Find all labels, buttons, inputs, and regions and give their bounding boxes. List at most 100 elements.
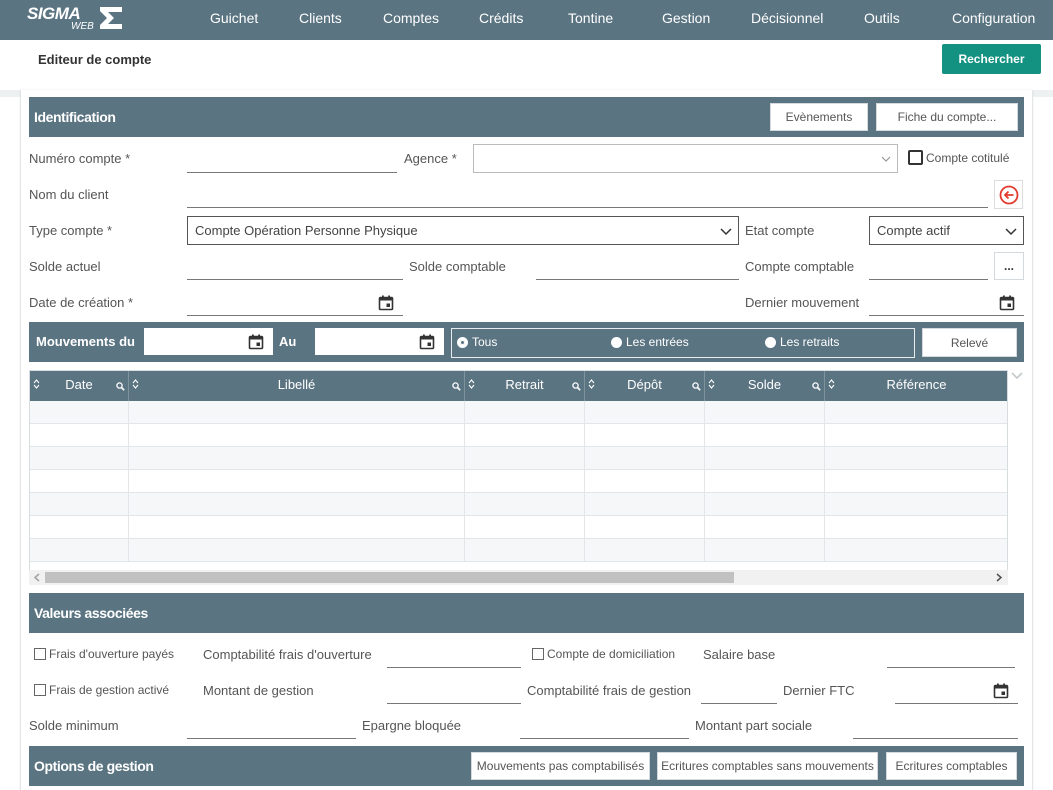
current-balance-label: Solde actuel <box>29 259 101 274</box>
column-header-date[interactable]: Date <box>30 371 129 401</box>
table-cell <box>825 516 1007 539</box>
table-horizontal-scrollbar[interactable] <box>29 570 1008 585</box>
calendar-icon[interactable] <box>378 295 394 311</box>
events-button[interactable]: Evènements <box>770 103 868 131</box>
accounting-balance-input[interactable] <box>536 254 739 280</box>
table-cell <box>129 401 465 424</box>
nav-gestion[interactable]: Gestion <box>662 10 710 26</box>
nav-clients[interactable]: Clients <box>299 10 342 26</box>
column-header-depot[interactable]: Dépôt <box>585 371 705 401</box>
table-cell <box>30 424 129 447</box>
sigma-web-logo[interactable]: SIGMA WEB <box>22 2 128 36</box>
blocked-savings-input[interactable] <box>520 713 689 739</box>
table-cell <box>585 424 705 447</box>
management-amount-input[interactable] <box>387 678 521 704</box>
scrollbar-thumb[interactable] <box>45 572 734 583</box>
base-salary-input[interactable] <box>887 642 1015 668</box>
table-cell <box>705 424 825 447</box>
table-cell <box>825 424 1007 447</box>
accounting-entries-button[interactable]: Ecritures comptables <box>886 752 1017 780</box>
nav-decisionnel[interactable]: Décisionnel <box>751 10 823 26</box>
sort-icon[interactable] <box>33 379 40 389</box>
scroll-right-icon[interactable] <box>995 573 1003 582</box>
domiciliation-account-checkbox[interactable] <box>532 648 544 660</box>
management-fees-accounting-input[interactable] <box>701 678 777 704</box>
accounting-account-more-button[interactable]: ... <box>994 252 1024 280</box>
search-icon[interactable] <box>452 382 461 391</box>
management-fees-checkbox[interactable] <box>34 684 46 696</box>
share-amount-label: Montant part sociale <box>695 718 813 733</box>
calendar-icon[interactable] <box>999 295 1015 311</box>
chevron-down-icon <box>720 228 732 236</box>
table-cell <box>705 493 825 516</box>
nav-tontine[interactable]: Tontine <box>568 10 613 26</box>
table-row[interactable] <box>30 493 1007 516</box>
radio-out[interactable] <box>765 337 776 348</box>
accounting-account-label: Compte comptable <box>745 259 855 274</box>
table-cell <box>585 539 705 562</box>
table-cell <box>30 470 129 493</box>
sort-icon[interactable] <box>828 379 835 389</box>
scroll-left-icon[interactable] <box>33 573 41 582</box>
search-button[interactable]: Rechercher <box>942 44 1041 74</box>
calendar-icon[interactable] <box>248 334 264 350</box>
opening-fees-paid-checkbox[interactable] <box>34 648 46 660</box>
accounting-account-input[interactable] <box>869 254 988 280</box>
table-row[interactable] <box>30 470 1007 493</box>
radio-in[interactable] <box>611 337 622 348</box>
movement-type-radio-group: Tous Les entrées Les retraits <box>451 328 915 358</box>
cotitule-checkbox[interactable] <box>908 150 923 165</box>
search-icon[interactable] <box>812 382 821 391</box>
clear-client-button[interactable] <box>994 180 1023 209</box>
sort-icon[interactable] <box>588 379 595 389</box>
nav-comptes[interactable]: Comptes <box>383 10 439 26</box>
table-row[interactable] <box>30 424 1007 447</box>
nav-configuration[interactable]: Configuration <box>952 10 1035 26</box>
minimum-balance-input[interactable] <box>187 713 356 739</box>
nav-outils[interactable]: Outils <box>864 10 900 26</box>
table-cell <box>465 470 585 493</box>
account-state-select[interactable]: Compte actif <box>869 216 1024 245</box>
table-cell <box>129 516 465 539</box>
unposted-movements-button[interactable]: Mouvements pas comptabilisés <box>471 752 650 780</box>
table-row[interactable] <box>30 516 1007 539</box>
top-navbar: SIGMA WEB Guichet Clients Comptes Crédit… <box>0 0 1053 40</box>
column-header-solde[interactable]: Solde <box>705 371 825 401</box>
search-icon[interactable] <box>692 382 701 391</box>
table-row[interactable] <box>30 401 1007 424</box>
chevron-down-icon[interactable] <box>1011 371 1023 380</box>
management-fees-accounting-label: Comptabilité frais de gestion <box>527 683 692 698</box>
current-balance-input[interactable] <box>187 254 403 280</box>
search-icon[interactable] <box>572 382 581 391</box>
column-header-libelle[interactable]: Libellé <box>129 371 465 401</box>
sort-icon[interactable] <box>708 379 715 389</box>
movements-from-label: Mouvements du <box>36 334 135 349</box>
entries-without-movements-button[interactable]: Ecritures comptables sans mouvements <box>657 752 878 780</box>
opening-fees-accounting-input[interactable] <box>387 642 521 668</box>
last-ftc-input[interactable] <box>895 678 1018 704</box>
nav-guichet[interactable]: Guichet <box>210 10 258 26</box>
search-icon[interactable] <box>116 382 125 391</box>
sort-icon[interactable] <box>468 379 475 389</box>
table-cell <box>825 539 1007 562</box>
calendar-icon[interactable] <box>993 683 1009 699</box>
movements-to-date-input[interactable] <box>315 328 444 355</box>
radio-all[interactable] <box>457 337 468 348</box>
account-number-input[interactable] <box>187 147 397 173</box>
last-movement-input[interactable] <box>869 290 1024 316</box>
sort-icon[interactable] <box>132 379 139 389</box>
column-header-retrait[interactable]: Retrait <box>465 371 585 401</box>
account-type-select[interactable]: Compte Opération Personne Physique <box>187 216 739 245</box>
statement-button[interactable]: Relevé <box>922 328 1017 357</box>
creation-date-input[interactable] <box>187 290 403 316</box>
nav-credits[interactable]: Crédits <box>479 10 523 26</box>
account-sheet-button[interactable]: Fiche du compte... <box>876 103 1018 131</box>
agency-select[interactable] <box>473 144 898 173</box>
movements-from-date-input[interactable] <box>144 328 273 355</box>
share-amount-input[interactable] <box>853 713 1018 739</box>
calendar-icon[interactable] <box>419 334 435 350</box>
table-row[interactable] <box>30 539 1007 562</box>
client-name-input[interactable] <box>187 182 988 208</box>
column-header-reference[interactable]: Référence <box>825 371 1007 401</box>
table-row[interactable] <box>30 447 1007 470</box>
